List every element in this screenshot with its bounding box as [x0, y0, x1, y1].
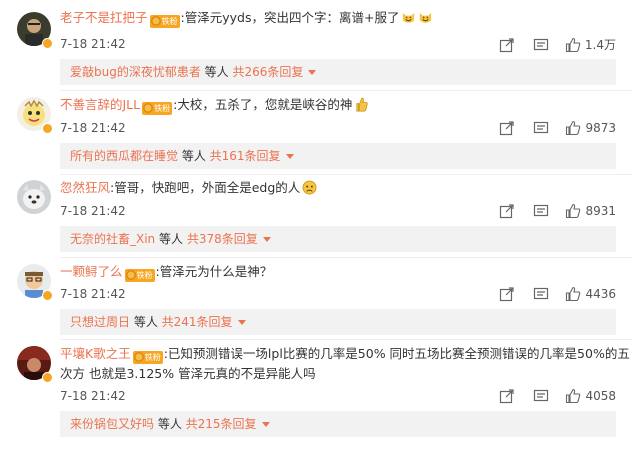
username[interactable]: 老子不是扛把子	[60, 10, 148, 25]
comment-actions: 9873	[481, 120, 616, 136]
fan-badge: 铁粉	[149, 15, 180, 28]
username[interactable]: 不善言辞的JLL	[60, 97, 140, 112]
verified-badge-icon	[42, 372, 53, 383]
comment-text: :大校，五杀了，您就是峡谷的神	[173, 97, 353, 112]
comment-text: :管泽元为什么是神？	[155, 264, 273, 279]
share-icon[interactable]	[499, 203, 515, 219]
chevron-down-icon	[237, 320, 246, 325]
reply-summary[interactable]: 所有的西瓜都在睡觉 等人 共161条回复	[60, 143, 616, 169]
comment-line: 不善言辞的JLL 铁粉:大校，五杀了，您就是峡谷的神	[60, 95, 369, 115]
divider	[60, 174, 632, 175]
comment-line: 一颗鲟了么 铁粉:管泽元为什么是神？	[60, 262, 272, 282]
divider	[60, 90, 632, 91]
comment-line: 老子不是扛把子 铁粉:管泽元yyds，突出四个字：离谱+服了	[60, 8, 433, 28]
comment-icon[interactable]	[533, 203, 549, 219]
thumbs-up-icon[interactable]	[565, 37, 581, 53]
reply-summary[interactable]: 无奈的社畜_Xin 等人 共378条回复	[60, 226, 616, 252]
reply-summary[interactable]: 爱敲bug的深夜忧郁患者 等人 共266条回复	[60, 59, 616, 85]
timestamp: 7-18 21:42	[60, 287, 126, 301]
like-count: 8931	[585, 204, 616, 218]
reply-username[interactable]: 无奈的社畜_Xin	[70, 232, 155, 246]
reply-username[interactable]: 只想过周日	[70, 315, 130, 329]
laughing-cat-emoji-icon	[420, 12, 432, 23]
chevron-down-icon	[308, 70, 317, 75]
thumbs-up-icon[interactable]	[565, 120, 581, 136]
comment-actions: 1.4万	[481, 36, 616, 53]
fan-badge: 铁粉	[124, 269, 155, 282]
reply-username[interactable]: 爱敲bug的深夜忧郁患者	[70, 65, 201, 79]
share-icon[interactable]	[499, 120, 515, 136]
like-count: 9873	[585, 121, 616, 135]
username[interactable]: 一颗鲟了么	[60, 264, 123, 279]
comment-line: 忽然狂风:管哥，快跑吧，外面全是edg的人	[60, 178, 317, 198]
chevron-down-icon	[262, 237, 271, 242]
timestamp: 7-18 21:42	[60, 389, 126, 403]
fan-badge: 铁粉	[132, 351, 163, 364]
share-icon[interactable]	[499, 286, 515, 302]
reply-count[interactable]: 共378条回复	[187, 232, 258, 246]
worried-face-emoji-icon	[302, 180, 317, 195]
username[interactable]: 平壤K歌之王	[60, 346, 131, 361]
share-icon[interactable]	[499, 37, 515, 53]
like-count: 4058	[585, 389, 616, 403]
reply-mid: 等人	[154, 417, 186, 431]
comment-line: 平壤K歌之王 铁粉:已知预测错误一场lpl比赛的几率是50% 同时五场比赛全预测错…	[60, 344, 630, 364]
comment-actions: 4436	[481, 286, 616, 302]
comment-actions: 8931	[481, 203, 616, 219]
comment-icon[interactable]	[533, 388, 549, 404]
comment-text: :管泽元yyds，突出四个字：离谱+服了	[180, 10, 400, 25]
reply-count[interactable]: 共161条回复	[210, 149, 281, 163]
thumbs-up-emoji-icon	[356, 97, 368, 112]
timestamp: 7-18 21:42	[60, 121, 126, 135]
thumbs-up-icon[interactable]	[565, 286, 581, 302]
reply-summary[interactable]: 来份锅包又好吗 等人 共215条回复	[60, 411, 616, 437]
laughing-cat-emoji-icon	[403, 12, 415, 23]
fan-badge: 铁粉	[142, 102, 173, 115]
reply-mid: 等人	[200, 65, 233, 79]
reply-username[interactable]: 来份锅包又好吗	[70, 417, 154, 431]
thumbs-up-icon[interactable]	[565, 203, 581, 219]
share-icon[interactable]	[499, 388, 515, 404]
comment-icon[interactable]	[533, 37, 549, 53]
reply-username[interactable]: 所有的西瓜都在睡觉	[70, 149, 178, 163]
timestamp: 7-18 21:42	[60, 37, 126, 51]
verified-badge-icon	[42, 290, 53, 301]
reply-count[interactable]: 共266条回复	[232, 65, 303, 79]
reply-mid: 等人	[130, 315, 162, 329]
chevron-down-icon	[261, 422, 270, 427]
reply-mid: 等人	[178, 149, 210, 163]
divider	[60, 257, 632, 258]
comment-actions: 4058	[481, 388, 616, 404]
reply-mid: 等人	[155, 232, 187, 246]
chevron-down-icon	[285, 154, 294, 159]
comment-text: :已知预测错误一场lpl比赛的几率是50% 同时五场比赛全预测错误的几率是50%…	[163, 346, 630, 361]
reply-count[interactable]: 共215条回复	[186, 417, 257, 431]
thumbs-up-icon[interactable]	[565, 388, 581, 404]
comment-icon[interactable]	[533, 120, 549, 136]
comment-text-continued: 次方 也就是3.125% 管泽元真的不是异能人吗	[60, 366, 316, 381]
reply-count[interactable]: 共241条回复	[162, 315, 233, 329]
reply-summary[interactable]: 只想过周日 等人 共241条回复	[60, 309, 616, 335]
divider	[60, 339, 632, 340]
avatar[interactable]	[17, 180, 51, 214]
like-count: 1.4万	[584, 38, 616, 52]
like-count: 4436	[585, 287, 616, 301]
verified-badge-icon	[42, 38, 53, 49]
timestamp: 7-18 21:42	[60, 204, 126, 218]
comment-icon[interactable]	[533, 286, 549, 302]
comment-text: :管哥，快跑吧，外面全是edg的人	[110, 180, 301, 195]
verified-badge-icon	[42, 123, 53, 134]
username[interactable]: 忽然狂风	[60, 180, 110, 195]
